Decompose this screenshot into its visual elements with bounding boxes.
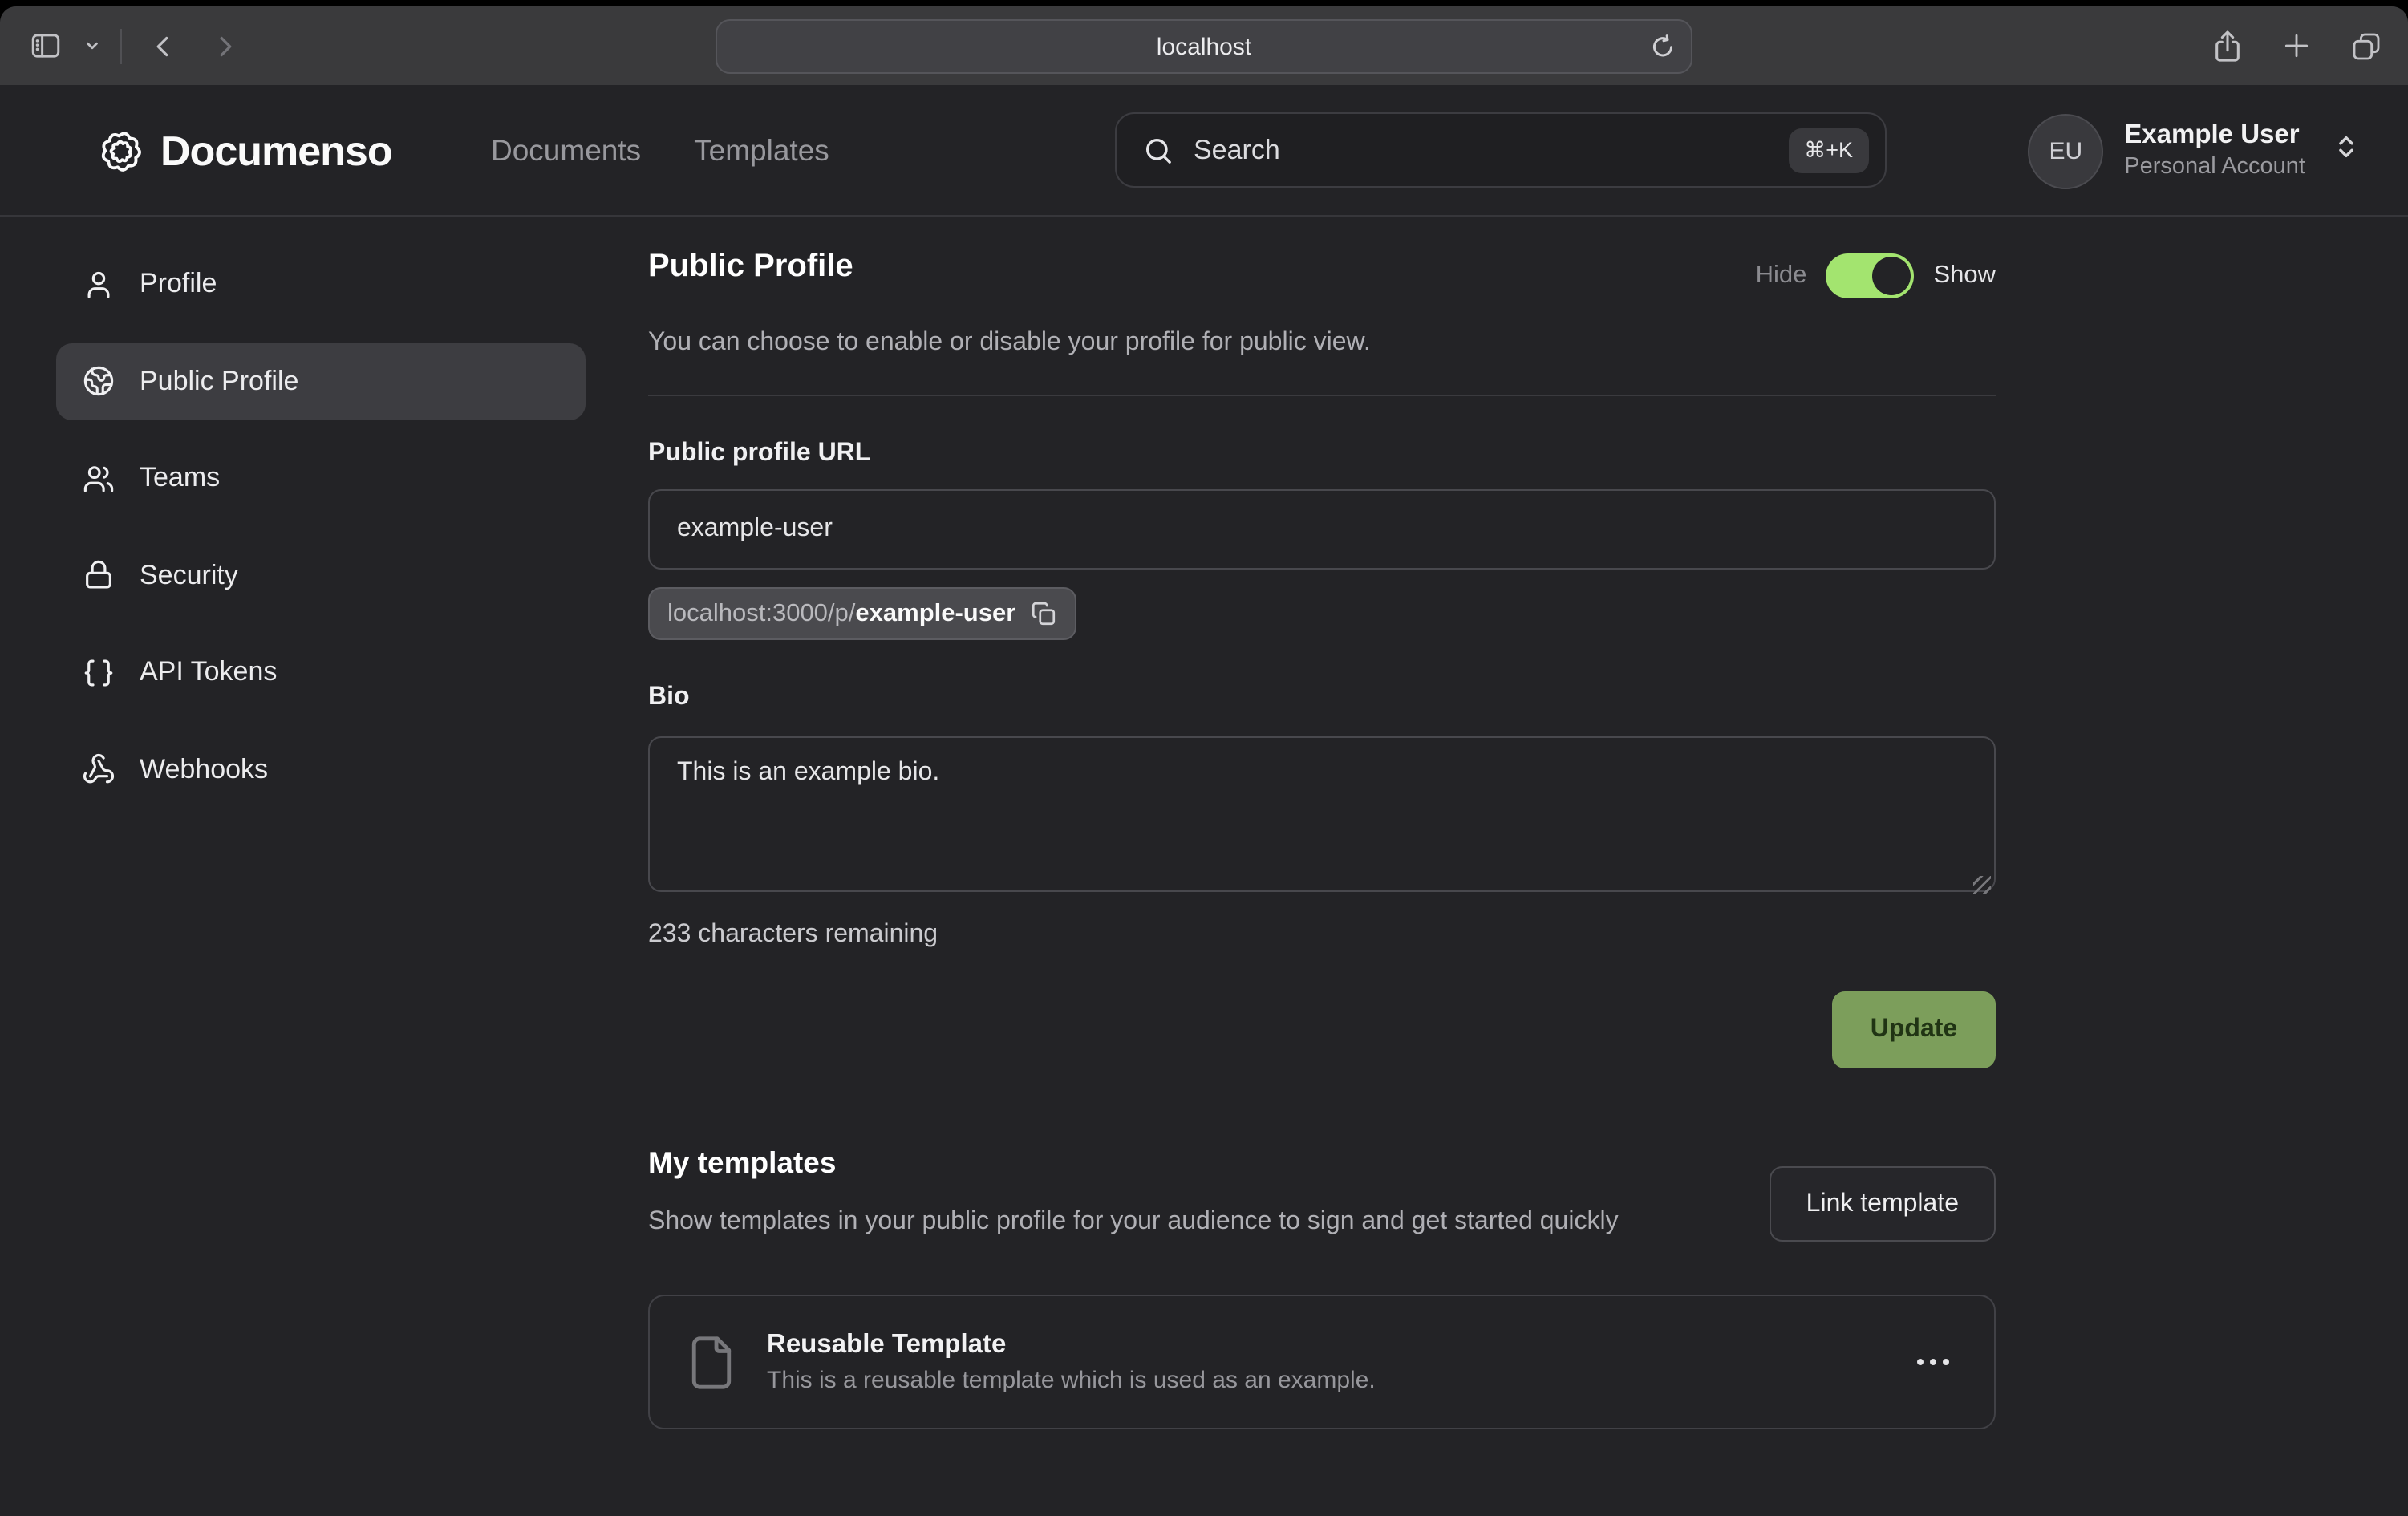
address-text: localhost xyxy=(1157,33,1251,60)
toggle-show-label: Show xyxy=(1933,261,1996,290)
sidebar-item-label: API Tokens xyxy=(140,656,277,688)
new-tab-icon[interactable] xyxy=(2281,30,2312,61)
top-nav: Documents Templates xyxy=(491,85,829,217)
forward-icon[interactable] xyxy=(202,23,247,68)
sidebar-item-api-tokens[interactable]: API Tokens xyxy=(56,634,586,711)
nav-documents[interactable]: Documents xyxy=(491,133,641,168)
back-icon[interactable] xyxy=(141,23,186,68)
search-bar[interactable]: ⌘+K xyxy=(1115,112,1887,188)
user-icon xyxy=(82,267,116,301)
sidebar-item-profile[interactable]: Profile xyxy=(56,245,586,322)
profile-visibility-toggle-row: Hide Show xyxy=(1756,253,1996,298)
search-icon xyxy=(1142,134,1174,166)
template-title: Reusable Template xyxy=(767,1327,1885,1364)
update-button[interactable]: Update xyxy=(1832,991,1996,1068)
address-bar[interactable]: localhost xyxy=(716,19,1692,74)
page-subtitle: You can choose to enable or disable your… xyxy=(648,329,1996,358)
brand[interactable]: Documenso xyxy=(96,85,392,217)
my-templates-description: Show templates in your public profile fo… xyxy=(648,1202,1619,1243)
public-profile-settings: Public Profile Hide Show You can choose … xyxy=(648,245,1996,1429)
my-templates-title: My templates xyxy=(648,1144,1619,1182)
profile-url-preview[interactable]: localhost:3000/p/example-user xyxy=(648,587,1076,640)
sidebar-item-webhooks[interactable]: Webhooks xyxy=(56,731,586,808)
template-menu-ellipsis-icon[interactable] xyxy=(1917,1359,1949,1365)
bio-textarea[interactable]: This is an example bio. xyxy=(648,736,1996,892)
template-card[interactable]: Reusable Template This is a reusable tem… xyxy=(648,1295,1996,1429)
file-icon xyxy=(688,1334,735,1390)
user-name: Example User xyxy=(2124,119,2305,152)
resize-handle[interactable] xyxy=(1973,876,1991,894)
chevron-down-icon[interactable] xyxy=(83,37,101,55)
sidebar-item-label: Security xyxy=(140,559,238,591)
users-icon xyxy=(82,461,116,495)
braces-icon xyxy=(82,655,116,689)
browser-toolbar: localhost xyxy=(0,6,2408,85)
url-field-label: Public profile URL xyxy=(648,440,1996,468)
profile-url-input[interactable] xyxy=(648,489,1996,570)
sidebar-item-public-profile[interactable]: Public Profile xyxy=(56,343,586,420)
template-description: This is a reusable template which is use… xyxy=(767,1364,1885,1397)
characters-remaining: 233 characters remaining xyxy=(648,921,1996,950)
sidebar-item-label: Public Profile xyxy=(140,365,298,397)
globe-icon xyxy=(82,364,116,398)
copy-icon[interactable] xyxy=(1030,600,1057,627)
page-title: Public Profile xyxy=(648,245,853,287)
section-divider xyxy=(648,395,1996,396)
toggle-hide-label: Hide xyxy=(1756,261,1807,290)
sidebar-item-label: Webhooks xyxy=(140,753,268,785)
documenso-logo-icon xyxy=(96,126,146,176)
webhook-icon xyxy=(82,752,116,786)
chevrons-up-down-icon xyxy=(2333,133,2360,168)
reload-icon[interactable] xyxy=(1649,34,1676,61)
user-menu[interactable]: EU Example User Personal Account xyxy=(2028,85,2360,217)
search-shortcut-badge: ⌘+K xyxy=(1788,128,1869,172)
sidebar-item-label: Teams xyxy=(140,462,220,494)
brand-name: Documenso xyxy=(160,126,392,176)
sidebar-item-label: Profile xyxy=(140,268,217,300)
url-slug: example-user xyxy=(855,599,1015,626)
sidebar-item-teams[interactable]: Teams xyxy=(56,440,586,517)
visibility-switch[interactable] xyxy=(1826,253,1914,298)
sidebar-item-security[interactable]: Security xyxy=(56,537,586,614)
settings-sidebar: Profile Public Profile Teams xyxy=(56,245,586,828)
bio-field-label: Bio xyxy=(648,683,1996,712)
url-prefix: localhost:3000/p/ xyxy=(667,599,855,626)
user-account-type: Personal Account xyxy=(2124,152,2305,183)
lock-icon xyxy=(82,558,116,592)
share-icon[interactable] xyxy=(2212,28,2243,63)
screen: localhost xyxy=(0,0,2408,1516)
search-input[interactable] xyxy=(1194,134,1769,166)
avatar: EU xyxy=(2028,113,2103,188)
toolbar-separator xyxy=(120,28,122,63)
tab-overview-icon[interactable] xyxy=(2350,30,2382,62)
browser-window: localhost xyxy=(0,6,2408,1516)
switch-knob xyxy=(1872,257,1911,295)
app-header: Documenso Documents Templates ⌘+K EU Exa… xyxy=(0,85,2408,217)
sidebar-toggle-icon[interactable] xyxy=(22,23,67,68)
nav-templates[interactable]: Templates xyxy=(694,133,829,168)
link-template-button[interactable]: Link template xyxy=(1770,1166,1996,1242)
